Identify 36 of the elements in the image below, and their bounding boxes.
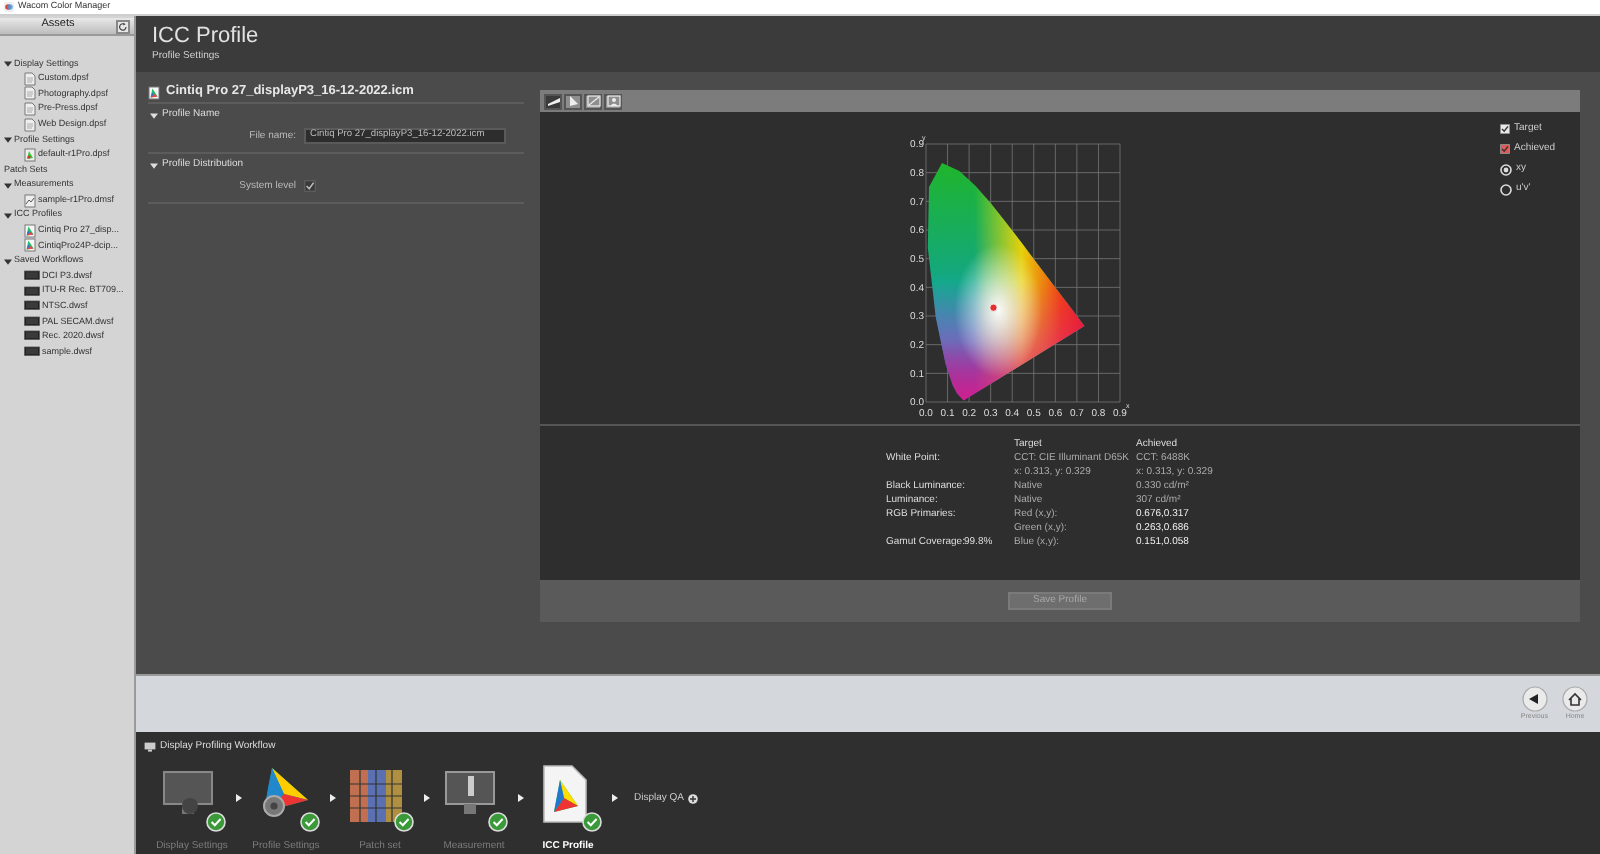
arrow-icon bbox=[236, 794, 242, 802]
arrow-icon bbox=[612, 794, 618, 802]
display-icon bbox=[545, 94, 561, 108]
color-document-icon bbox=[24, 147, 36, 162]
legend-checkbox[interactable] bbox=[1500, 144, 1510, 154]
triangle-icon bbox=[565, 94, 581, 108]
add-icon[interactable] bbox=[688, 793, 699, 803]
legend-checkbox[interactable] bbox=[1500, 124, 1510, 134]
gamut-document-icon bbox=[148, 86, 160, 100]
expanded-caret-icon[interactable] bbox=[4, 59, 12, 68]
expanded-caret-icon[interactable] bbox=[4, 135, 12, 144]
radio-button[interactable] bbox=[1500, 183, 1512, 195]
curve-icon bbox=[585, 94, 601, 108]
arrow-icon bbox=[518, 794, 524, 802]
checked-checkbox[interactable] bbox=[304, 180, 316, 192]
radio-button[interactable] bbox=[1500, 163, 1512, 175]
page-title: ICC Profile bbox=[152, 26, 261, 48]
expanded-caret-icon[interactable] bbox=[150, 161, 158, 169]
expanded-caret-icon[interactable] bbox=[150, 111, 158, 119]
home-icon bbox=[1562, 686, 1588, 713]
arrow-icon bbox=[424, 794, 430, 802]
refresh-button[interactable] bbox=[116, 19, 130, 33]
view-tab[interactable] bbox=[544, 93, 562, 109]
refresh-icon bbox=[118, 21, 128, 31]
person-icon bbox=[605, 94, 621, 108]
arrow-icon bbox=[330, 794, 336, 802]
app-logo-icon bbox=[4, 2, 14, 12]
expanded-caret-icon[interactable] bbox=[4, 257, 12, 266]
view-tab[interactable] bbox=[584, 93, 602, 109]
chromaticity-point-marker bbox=[989, 303, 998, 312]
view-tab[interactable] bbox=[604, 93, 622, 109]
expanded-caret-icon[interactable] bbox=[4, 181, 12, 190]
color-patch-grid-icon[interactable] bbox=[346, 764, 406, 824]
graph-document-icon bbox=[24, 193, 36, 208]
expanded-caret-icon[interactable] bbox=[4, 211, 12, 220]
view-tab[interactable] bbox=[564, 93, 582, 109]
